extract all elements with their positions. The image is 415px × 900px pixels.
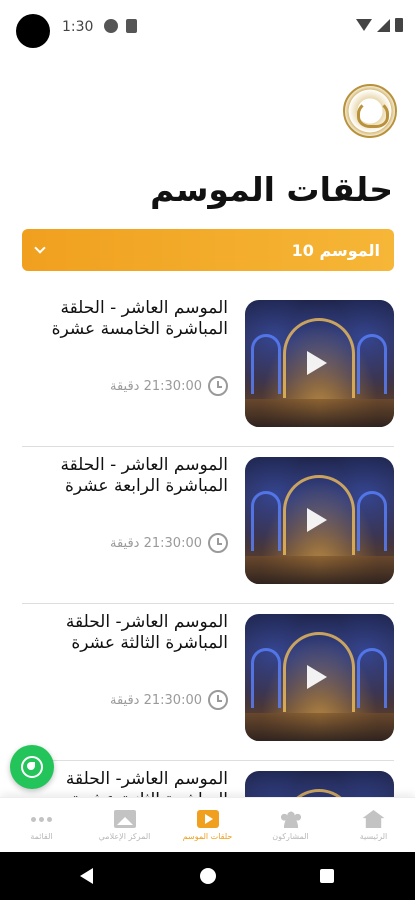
image-icon [113, 810, 136, 828]
more-icon [31, 810, 53, 828]
nav-label: المركز الإعلامي [98, 832, 151, 841]
wifi-icon [356, 19, 372, 31]
episode-duration: 21:30:00 دقيقة [110, 378, 202, 394]
episode-thumbnail[interactable] [245, 300, 394, 427]
nav-season-episodes[interactable]: حلقات الموسم [166, 798, 249, 852]
recents-icon[interactable] [320, 869, 334, 883]
nav-home[interactable]: الرئيسية [332, 798, 415, 852]
nav-participants[interactable]: المشاركون [249, 798, 332, 852]
status-time: 1:30 [62, 19, 94, 35]
people-icon [279, 810, 302, 828]
episode-title: الموسم العاشر - الحلقة المباشرة الخامسة … [51, 298, 228, 339]
play-icon[interactable] [307, 351, 327, 375]
status-right-icons [356, 18, 403, 32]
sd-card-icon [126, 19, 137, 33]
episode-title: الموسم العاشر - الحلقة المباشرة الرابعة … [60, 455, 228, 496]
status-bar: 1:30 [0, 0, 415, 56]
status-left-icons [104, 19, 137, 33]
clock-icon [208, 690, 228, 710]
bottom-navigation: القائمة المركز الإعلامي حلقات الموسم الم… [0, 797, 415, 852]
clock-icon [208, 376, 228, 396]
app-logo [343, 84, 397, 138]
battery-icon [395, 18, 403, 32]
episode-item[interactable]: الموسم العاشر- الحلقة المباشرة الثالثة ع… [22, 604, 394, 761]
season-selected-label: الموسم 10 [291, 240, 380, 260]
episode-item[interactable]: الموسم العاشر - الحلقة المباشرة الخامسة … [22, 290, 394, 447]
episode-meta: 21:30:00 دقيقة [110, 376, 228, 396]
play-icon[interactable] [307, 665, 327, 689]
nav-label: الرئيسية [359, 832, 388, 841]
video-icon [196, 810, 219, 828]
camera-cutout [16, 14, 50, 48]
episode-meta: 21:30:00 دقيقة [110, 533, 228, 553]
season-dropdown[interactable]: الموسم 10 [22, 229, 394, 271]
data-saver-icon [104, 19, 118, 33]
system-navigation-bar [0, 852, 415, 900]
episode-meta: 21:30:00 دقيقة [110, 690, 228, 710]
nav-label: حلقات الموسم [182, 832, 233, 841]
episode-thumbnail[interactable] [245, 457, 394, 584]
nav-more[interactable]: القائمة [0, 798, 83, 852]
nav-label: المشاركون [272, 832, 309, 841]
nav-media-center[interactable]: المركز الإعلامي [83, 798, 166, 852]
page-title: حلقات الموسم [150, 170, 393, 209]
episode-duration: 21:30:00 دقيقة [110, 692, 202, 708]
home-icon [362, 810, 385, 828]
back-icon[interactable] [80, 868, 93, 884]
chevron-down-icon [34, 242, 46, 254]
whatsapp-button[interactable] [10, 745, 54, 789]
home-circle-icon[interactable] [200, 868, 216, 884]
episode-duration: 21:30:00 دقيقة [110, 535, 202, 551]
clock-icon [208, 533, 228, 553]
nav-label: القائمة [30, 832, 53, 841]
episode-thumbnail[interactable] [245, 614, 394, 741]
signal-icon [377, 18, 390, 32]
episode-item[interactable]: الموسم العاشر - الحلقة المباشرة الرابعة … [22, 447, 394, 604]
play-icon[interactable] [307, 508, 327, 532]
episode-title: الموسم العاشر- الحلقة المباشرة الثالثة ع… [65, 612, 228, 653]
